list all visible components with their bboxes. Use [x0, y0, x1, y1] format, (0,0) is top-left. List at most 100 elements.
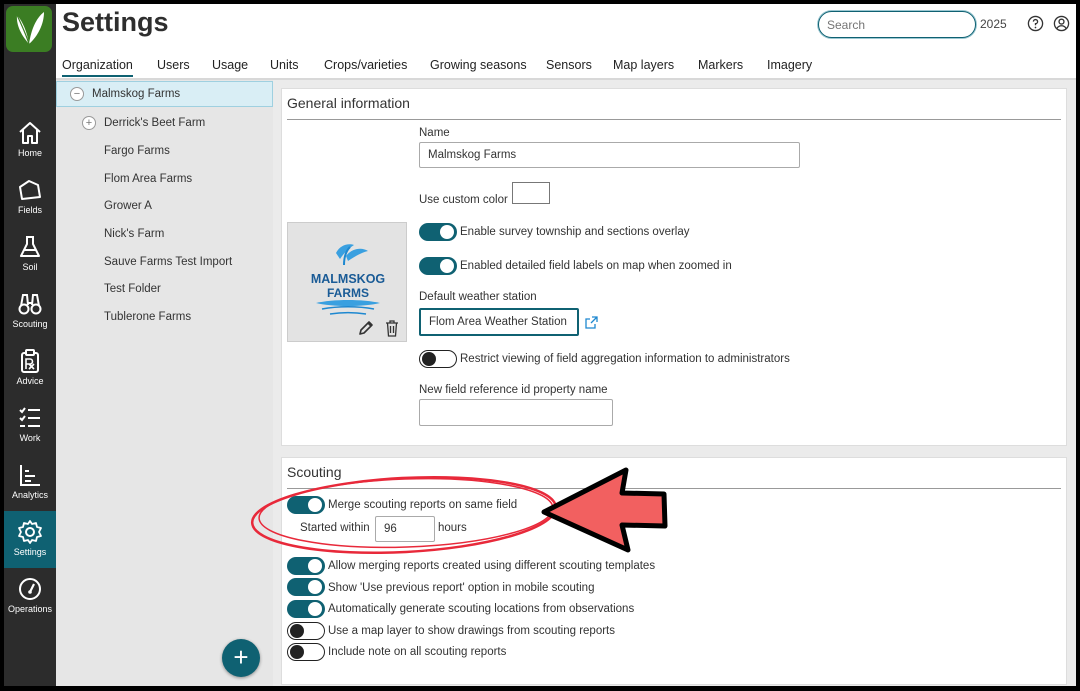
tree-item-label: Fargo Farms: [104, 145, 170, 157]
logo-text-malmskog: MALMSKOG: [311, 272, 385, 286]
tree-item-sauve-farms-test-import[interactable]: Sauve Farms Test Import: [56, 250, 273, 276]
include-note-toggle[interactable]: [287, 643, 325, 661]
allow-template-merge-toggle[interactable]: [287, 557, 325, 575]
nav-fields-label: Fields: [17, 205, 42, 215]
nav-work[interactable]: Work: [4, 397, 56, 454]
section-rule: [287, 119, 1061, 120]
allow-template-merge-label: Allow merging reports created using diff…: [328, 560, 656, 572]
toggle-knob: [308, 602, 322, 616]
tree-item-derricks-beet-farm[interactable]: + Derrick's Beet Farm: [56, 111, 273, 137]
nav-scouting[interactable]: Scouting: [4, 283, 56, 340]
bar-chart-icon: [20, 465, 40, 486]
nav-advice-label: Advice: [16, 376, 44, 386]
custom-color-swatch[interactable]: [512, 182, 550, 204]
name-field[interactable]: [419, 142, 800, 168]
use-previous-report-toggle[interactable]: [287, 578, 325, 596]
tree-item-flom-area-farms[interactable]: Flom Area Farms: [56, 167, 273, 193]
custom-color-label: Use custom color: [419, 194, 508, 206]
edit-logo-icon[interactable]: [358, 320, 374, 336]
flask-icon: [20, 236, 40, 257]
search-input[interactable]: [818, 11, 976, 38]
merge-reports-toggle[interactable]: [287, 496, 325, 514]
tree-item-grower-a[interactable]: Grower A: [56, 194, 273, 220]
auto-locations-label: Automatically generate scouting location…: [328, 603, 635, 615]
tree-item-test-folder[interactable]: Test Folder: [56, 277, 273, 303]
field-labels-label: Enabled detailed field labels on map whe…: [460, 260, 732, 272]
binoculars-icon: [18, 294, 42, 315]
survey-overlay-toggle[interactable]: [419, 223, 457, 241]
tab-sensors[interactable]: Sensors: [546, 58, 592, 72]
tab-usage[interactable]: Usage: [212, 58, 248, 72]
settings-content: General information Name Use custom colo…: [273, 80, 1076, 686]
nav-advice[interactable]: Advice: [4, 340, 56, 397]
tree-item-label: Malmskog Farms: [92, 88, 181, 100]
general-info-card: General information Name Use custom colo…: [281, 88, 1067, 446]
scouting-title: Scouting: [287, 464, 342, 480]
tree-item-label: Tublerone Farms: [104, 311, 192, 323]
ref-id-label: New field reference id property name: [419, 384, 608, 396]
map-layer-drawings-toggle[interactable]: [287, 622, 325, 640]
name-label: Name: [419, 127, 450, 139]
app-logo[interactable]: [6, 6, 52, 52]
nav-soil[interactable]: Soil: [4, 226, 56, 283]
started-within-hours-field[interactable]: [375, 516, 435, 542]
gear-icon: [18, 520, 42, 544]
map-layer-drawings-label: Use a map layer to show drawings from sc…: [328, 625, 615, 637]
tree-item-tublerone-farms[interactable]: Tublerone Farms: [56, 305, 273, 331]
started-within-label: Started within: [300, 522, 370, 534]
scouting-card: Scouting Merge scouting reports on same …: [281, 457, 1067, 685]
nav-fields[interactable]: Fields: [4, 169, 56, 226]
restrict-aggregation-toggle[interactable]: [419, 350, 457, 368]
nav-scouting-label: Scouting: [12, 319, 48, 329]
toggle-knob: [308, 498, 322, 512]
account-icon[interactable]: [1053, 15, 1070, 32]
toggle-knob: [290, 645, 304, 659]
nav-work-label: Work: [19, 433, 41, 443]
collapse-icon[interactable]: −: [70, 87, 84, 101]
help-icon[interactable]: [1027, 15, 1044, 32]
nav-home[interactable]: Home: [4, 112, 56, 169]
tab-organization[interactable]: Organization: [62, 58, 133, 77]
include-note-label: Include note on all scouting reports: [328, 646, 507, 658]
weather-station-select[interactable]: Flom Area Weather Station: [419, 308, 579, 336]
tab-imagery[interactable]: Imagery: [767, 58, 812, 72]
tab-growing-seasons[interactable]: Growing seasons: [430, 58, 527, 72]
organization-tree: − Malmskog Farms + Derrick's Beet Farm F…: [56, 80, 273, 686]
toggle-knob: [308, 559, 322, 573]
use-previous-report-label: Show 'Use previous report' option in mob…: [328, 582, 595, 594]
field-labels-toggle[interactable]: [419, 257, 457, 275]
tab-markers[interactable]: Markers: [698, 58, 743, 72]
expand-icon[interactable]: +: [82, 116, 96, 130]
tree-item-label: Derrick's Beet Farm: [104, 117, 206, 129]
nav-settings[interactable]: Settings: [4, 511, 56, 568]
nav-operations[interactable]: Operations: [4, 568, 56, 625]
tab-map-layers[interactable]: Map layers: [613, 58, 674, 72]
page-title: Settings: [62, 7, 169, 37]
tree-item-label: Sauve Farms Test Import: [104, 256, 233, 268]
survey-overlay-label: Enable survey township and sections over…: [460, 226, 690, 238]
merge-reports-label: Merge scouting reports on same field: [328, 499, 518, 511]
general-info-title: General information: [287, 95, 410, 111]
nav-home-label: Home: [17, 148, 42, 158]
external-link-icon[interactable]: [585, 316, 598, 329]
toggle-knob: [290, 624, 304, 638]
tree-item-malmskog-farms[interactable]: − Malmskog Farms: [56, 81, 273, 107]
delete-logo-icon[interactable]: [385, 320, 399, 337]
season-year[interactable]: 2025: [980, 17, 1007, 31]
tree-item-label: Nick's Farm: [104, 228, 165, 240]
logo-text-farms: FARMS: [327, 286, 369, 300]
tree-item-label: Test Folder: [104, 283, 161, 295]
tab-users[interactable]: Users: [157, 58, 190, 72]
tab-crops-varieties[interactable]: Crops/varieties: [324, 58, 407, 72]
add-organization-button[interactable]: +: [222, 639, 260, 677]
nav-analytics-label: Analytics: [11, 490, 48, 500]
restrict-aggregation-label: Restrict viewing of field aggregation in…: [460, 353, 790, 365]
left-nav: Home Fields Soil Scouting Advice Work An…: [4, 4, 56, 686]
tree-item-nicks-farm[interactable]: Nick's Farm: [56, 222, 273, 248]
auto-locations-toggle[interactable]: [287, 600, 325, 618]
nav-analytics[interactable]: Analytics: [4, 454, 56, 511]
tab-units[interactable]: Units: [270, 58, 298, 72]
ref-id-field[interactable]: [419, 399, 613, 426]
nav-settings-label: Settings: [13, 547, 47, 557]
tree-item-fargo-farms[interactable]: Fargo Farms: [56, 139, 273, 165]
